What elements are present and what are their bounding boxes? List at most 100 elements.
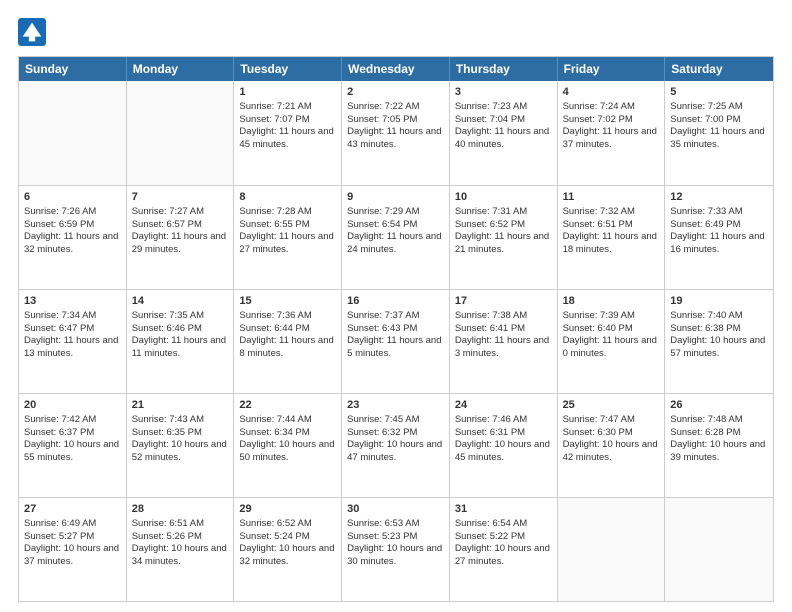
- calendar-cell: 15Sunrise: 7:36 AM Sunset: 6:44 PM Dayli…: [234, 290, 342, 393]
- header-day-sunday: Sunday: [19, 57, 127, 81]
- day-number: 6: [24, 190, 121, 205]
- calendar-cell: 16Sunrise: 7:37 AM Sunset: 6:43 PM Dayli…: [342, 290, 450, 393]
- calendar-cell: 28Sunrise: 6:51 AM Sunset: 5:26 PM Dayli…: [127, 498, 235, 601]
- day-number: 23: [347, 398, 444, 413]
- header-day-monday: Monday: [127, 57, 235, 81]
- calendar-cell: 31Sunrise: 6:54 AM Sunset: 5:22 PM Dayli…: [450, 498, 558, 601]
- calendar-cell: [665, 498, 773, 601]
- day-info: Sunrise: 7:39 AM Sunset: 6:40 PM Dayligh…: [563, 310, 657, 359]
- day-number: 11: [563, 190, 660, 205]
- day-number: 14: [132, 294, 229, 309]
- calendar-cell: 4Sunrise: 7:24 AM Sunset: 7:02 PM Daylig…: [558, 81, 666, 185]
- calendar-cell: 19Sunrise: 7:40 AM Sunset: 6:38 PM Dayli…: [665, 290, 773, 393]
- calendar-cell: 30Sunrise: 6:53 AM Sunset: 5:23 PM Dayli…: [342, 498, 450, 601]
- calendar-cell: 12Sunrise: 7:33 AM Sunset: 6:49 PM Dayli…: [665, 186, 773, 289]
- day-number: 5: [670, 85, 768, 100]
- calendar-row-4: 20Sunrise: 7:42 AM Sunset: 6:37 PM Dayli…: [19, 393, 773, 497]
- day-number: 2: [347, 85, 444, 100]
- calendar-cell: [127, 81, 235, 185]
- day-number: 26: [670, 398, 768, 413]
- day-number: 17: [455, 294, 552, 309]
- day-info: Sunrise: 7:47 AM Sunset: 6:30 PM Dayligh…: [563, 414, 658, 463]
- day-number: 30: [347, 502, 444, 517]
- day-info: Sunrise: 7:35 AM Sunset: 6:46 PM Dayligh…: [132, 310, 226, 359]
- calendar-cell: 9Sunrise: 7:29 AM Sunset: 6:54 PM Daylig…: [342, 186, 450, 289]
- day-info: Sunrise: 7:46 AM Sunset: 6:31 PM Dayligh…: [455, 414, 550, 463]
- day-number: 21: [132, 398, 229, 413]
- day-info: Sunrise: 7:37 AM Sunset: 6:43 PM Dayligh…: [347, 310, 441, 359]
- calendar-row-3: 13Sunrise: 7:34 AM Sunset: 6:47 PM Dayli…: [19, 289, 773, 393]
- calendar-cell: 20Sunrise: 7:42 AM Sunset: 6:37 PM Dayli…: [19, 394, 127, 497]
- day-info: Sunrise: 7:23 AM Sunset: 7:04 PM Dayligh…: [455, 101, 549, 150]
- day-number: 9: [347, 190, 444, 205]
- calendar-row-1: 1Sunrise: 7:21 AM Sunset: 7:07 PM Daylig…: [19, 81, 773, 185]
- calendar-cell: 5Sunrise: 7:25 AM Sunset: 7:00 PM Daylig…: [665, 81, 773, 185]
- day-number: 4: [563, 85, 660, 100]
- day-number: 15: [239, 294, 336, 309]
- day-info: Sunrise: 7:42 AM Sunset: 6:37 PM Dayligh…: [24, 414, 119, 463]
- calendar-cell: 10Sunrise: 7:31 AM Sunset: 6:52 PM Dayli…: [450, 186, 558, 289]
- day-number: 16: [347, 294, 444, 309]
- header-day-thursday: Thursday: [450, 57, 558, 81]
- day-number: 1: [239, 85, 336, 100]
- calendar-cell: 3Sunrise: 7:23 AM Sunset: 7:04 PM Daylig…: [450, 81, 558, 185]
- calendar-cell: 8Sunrise: 7:28 AM Sunset: 6:55 PM Daylig…: [234, 186, 342, 289]
- header-day-wednesday: Wednesday: [342, 57, 450, 81]
- day-info: Sunrise: 7:33 AM Sunset: 6:49 PM Dayligh…: [670, 206, 764, 255]
- header-day-tuesday: Tuesday: [234, 57, 342, 81]
- day-info: Sunrise: 7:44 AM Sunset: 6:34 PM Dayligh…: [239, 414, 334, 463]
- calendar-cell: 2Sunrise: 7:22 AM Sunset: 7:05 PM Daylig…: [342, 81, 450, 185]
- logo: [18, 18, 50, 46]
- day-info: Sunrise: 6:49 AM Sunset: 5:27 PM Dayligh…: [24, 518, 119, 567]
- calendar-cell: 27Sunrise: 6:49 AM Sunset: 5:27 PM Dayli…: [19, 498, 127, 601]
- day-info: Sunrise: 7:29 AM Sunset: 6:54 PM Dayligh…: [347, 206, 441, 255]
- calendar-cell: 18Sunrise: 7:39 AM Sunset: 6:40 PM Dayli…: [558, 290, 666, 393]
- day-info: Sunrise: 6:52 AM Sunset: 5:24 PM Dayligh…: [239, 518, 334, 567]
- day-info: Sunrise: 7:45 AM Sunset: 6:32 PM Dayligh…: [347, 414, 442, 463]
- day-info: Sunrise: 7:21 AM Sunset: 7:07 PM Dayligh…: [239, 101, 333, 150]
- day-info: Sunrise: 6:54 AM Sunset: 5:22 PM Dayligh…: [455, 518, 550, 567]
- day-info: Sunrise: 7:24 AM Sunset: 7:02 PM Dayligh…: [563, 101, 657, 150]
- day-info: Sunrise: 6:53 AM Sunset: 5:23 PM Dayligh…: [347, 518, 442, 567]
- day-info: Sunrise: 7:36 AM Sunset: 6:44 PM Dayligh…: [239, 310, 333, 359]
- day-number: 22: [239, 398, 336, 413]
- header: [18, 18, 774, 46]
- day-number: 7: [132, 190, 229, 205]
- day-number: 28: [132, 502, 229, 517]
- header-day-saturday: Saturday: [665, 57, 773, 81]
- day-info: Sunrise: 7:27 AM Sunset: 6:57 PM Dayligh…: [132, 206, 226, 255]
- logo-icon: [18, 18, 46, 46]
- day-number: 31: [455, 502, 552, 517]
- day-number: 10: [455, 190, 552, 205]
- calendar-row-2: 6Sunrise: 7:26 AM Sunset: 6:59 PM Daylig…: [19, 185, 773, 289]
- header-day-friday: Friday: [558, 57, 666, 81]
- day-number: 29: [239, 502, 336, 517]
- calendar-cell: 23Sunrise: 7:45 AM Sunset: 6:32 PM Dayli…: [342, 394, 450, 497]
- day-info: Sunrise: 7:48 AM Sunset: 6:28 PM Dayligh…: [670, 414, 765, 463]
- calendar-cell: 11Sunrise: 7:32 AM Sunset: 6:51 PM Dayli…: [558, 186, 666, 289]
- calendar-cell: 1Sunrise: 7:21 AM Sunset: 7:07 PM Daylig…: [234, 81, 342, 185]
- day-info: Sunrise: 6:51 AM Sunset: 5:26 PM Dayligh…: [132, 518, 227, 567]
- day-number: 27: [24, 502, 121, 517]
- day-number: 24: [455, 398, 552, 413]
- day-number: 12: [670, 190, 768, 205]
- calendar-cell: 24Sunrise: 7:46 AM Sunset: 6:31 PM Dayli…: [450, 394, 558, 497]
- calendar-cell: 14Sunrise: 7:35 AM Sunset: 6:46 PM Dayli…: [127, 290, 235, 393]
- day-info: Sunrise: 7:31 AM Sunset: 6:52 PM Dayligh…: [455, 206, 549, 255]
- day-info: Sunrise: 7:28 AM Sunset: 6:55 PM Dayligh…: [239, 206, 333, 255]
- day-number: 18: [563, 294, 660, 309]
- day-info: Sunrise: 7:26 AM Sunset: 6:59 PM Dayligh…: [24, 206, 118, 255]
- calendar-body: 1Sunrise: 7:21 AM Sunset: 7:07 PM Daylig…: [19, 81, 773, 601]
- day-number: 25: [563, 398, 660, 413]
- calendar-row-5: 27Sunrise: 6:49 AM Sunset: 5:27 PM Dayli…: [19, 497, 773, 601]
- day-number: 8: [239, 190, 336, 205]
- calendar-cell: 6Sunrise: 7:26 AM Sunset: 6:59 PM Daylig…: [19, 186, 127, 289]
- day-info: Sunrise: 7:22 AM Sunset: 7:05 PM Dayligh…: [347, 101, 441, 150]
- calendar-cell: 7Sunrise: 7:27 AM Sunset: 6:57 PM Daylig…: [127, 186, 235, 289]
- calendar-cell: [19, 81, 127, 185]
- calendar-cell: 26Sunrise: 7:48 AM Sunset: 6:28 PM Dayli…: [665, 394, 773, 497]
- calendar-cell: 21Sunrise: 7:43 AM Sunset: 6:35 PM Dayli…: [127, 394, 235, 497]
- calendar-header: SundayMondayTuesdayWednesdayThursdayFrid…: [19, 57, 773, 81]
- day-info: Sunrise: 7:34 AM Sunset: 6:47 PM Dayligh…: [24, 310, 118, 359]
- day-number: 20: [24, 398, 121, 413]
